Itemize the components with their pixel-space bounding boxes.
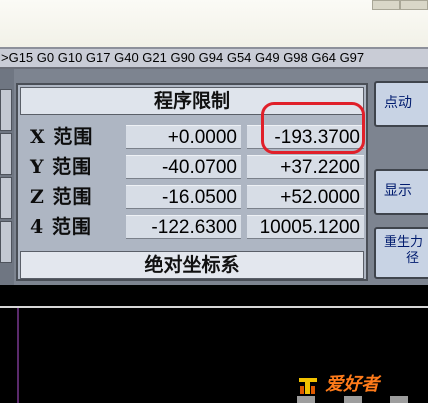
gcode-modal-status: >G15 G0 G10 G17 G40 G21 G90 G94 G54 G49 … bbox=[0, 47, 428, 69]
regen-button-label-line1: 重生力 bbox=[384, 235, 424, 250]
jog-button[interactable]: 点动 bbox=[374, 81, 428, 127]
watermark: 爱好者 bbox=[297, 370, 379, 396]
limit-row-y: Y 范围 -40.0700 +37.2200 bbox=[18, 153, 370, 181]
min-value: -16.0500 bbox=[126, 185, 241, 209]
axis-label: X 范围 bbox=[30, 126, 94, 148]
display-button[interactable]: 显示 bbox=[374, 169, 428, 215]
main-area: 程序限制 X 范围 +0.0000 -193.3700 Y 范围 -40.070… bbox=[0, 69, 428, 285]
min-value: +0.0000 bbox=[126, 125, 241, 149]
left-edge-button[interactable] bbox=[0, 89, 12, 131]
wood-logo-icon bbox=[297, 374, 319, 396]
limit-row-z: Z 范围 -16.0500 +52.0000 bbox=[18, 183, 370, 211]
jog-button-label: 点动 bbox=[384, 95, 412, 111]
toolbar-button[interactable] bbox=[400, 0, 428, 10]
max-value: 10005.1200 bbox=[247, 215, 364, 239]
min-value: -40.0700 bbox=[126, 155, 241, 179]
axis-label: Y 范围 bbox=[30, 156, 93, 178]
min-value: -122.6300 bbox=[126, 215, 241, 239]
axis-label: Z 范围 bbox=[30, 186, 93, 208]
regen-toolpath-button[interactable]: 重生力 径 bbox=[374, 227, 428, 279]
display-divider bbox=[0, 306, 428, 308]
left-button-strip bbox=[0, 69, 14, 285]
status-chip bbox=[344, 396, 362, 403]
axis-label: 4 范围 bbox=[30, 216, 92, 238]
display-button-label: 显示 bbox=[384, 183, 412, 199]
max-value: +37.2200 bbox=[247, 155, 364, 179]
left-edge-button[interactable] bbox=[0, 133, 12, 175]
max-value: +52.0000 bbox=[247, 185, 364, 209]
regen-button-label-line2: 径 bbox=[406, 251, 420, 266]
red-highlight-annotation bbox=[261, 102, 365, 154]
toolbar-button[interactable] bbox=[372, 0, 400, 10]
watermark-text: 爱好者 bbox=[325, 374, 380, 395]
limit-row-4: 4 范围 -122.6300 10005.1200 bbox=[18, 213, 370, 241]
coordinate-system-label: 绝对坐标系 bbox=[20, 251, 364, 279]
top-toolbar-strip bbox=[0, 0, 428, 47]
status-chip bbox=[390, 396, 408, 403]
status-chip bbox=[297, 396, 315, 403]
display-axis-line bbox=[17, 308, 19, 403]
left-edge-button[interactable] bbox=[0, 177, 12, 219]
left-edge-button[interactable] bbox=[0, 221, 12, 263]
